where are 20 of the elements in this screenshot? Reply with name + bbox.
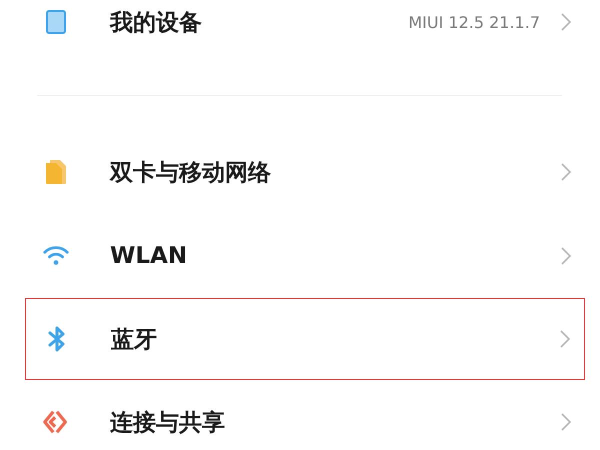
- settings-label: 蓝牙: [111, 326, 158, 354]
- version-text: MIUI 12.5 21.1.7: [408, 12, 540, 32]
- wifi-icon: [42, 244, 70, 268]
- chevron-icon: [560, 246, 572, 266]
- settings-label: 双卡与移动网络: [110, 158, 272, 188]
- highlight-frame[interactable]: 蓝牙: [25, 298, 585, 380]
- sim-card-icon: [44, 159, 68, 185]
- chevron-icon: [560, 412, 572, 432]
- bluetooth-icon: [47, 325, 67, 353]
- chevron-icon: [560, 12, 572, 32]
- settings-label: WLAN: [110, 243, 188, 269]
- settings-row[interactable]: WLAN: [0, 214, 600, 298]
- share-icon: [42, 408, 70, 436]
- chevron-icon: [559, 329, 571, 349]
- settings-label: 连接与共享: [110, 408, 226, 438]
- chevron-icon: [560, 162, 572, 182]
- phone-icon: [45, 10, 67, 34]
- settings-row[interactable]: 连接与共享: [0, 380, 600, 450]
- settings-label: 我的设备: [110, 8, 203, 38]
- settings-row[interactable]: 双卡与移动网络: [0, 130, 600, 214]
